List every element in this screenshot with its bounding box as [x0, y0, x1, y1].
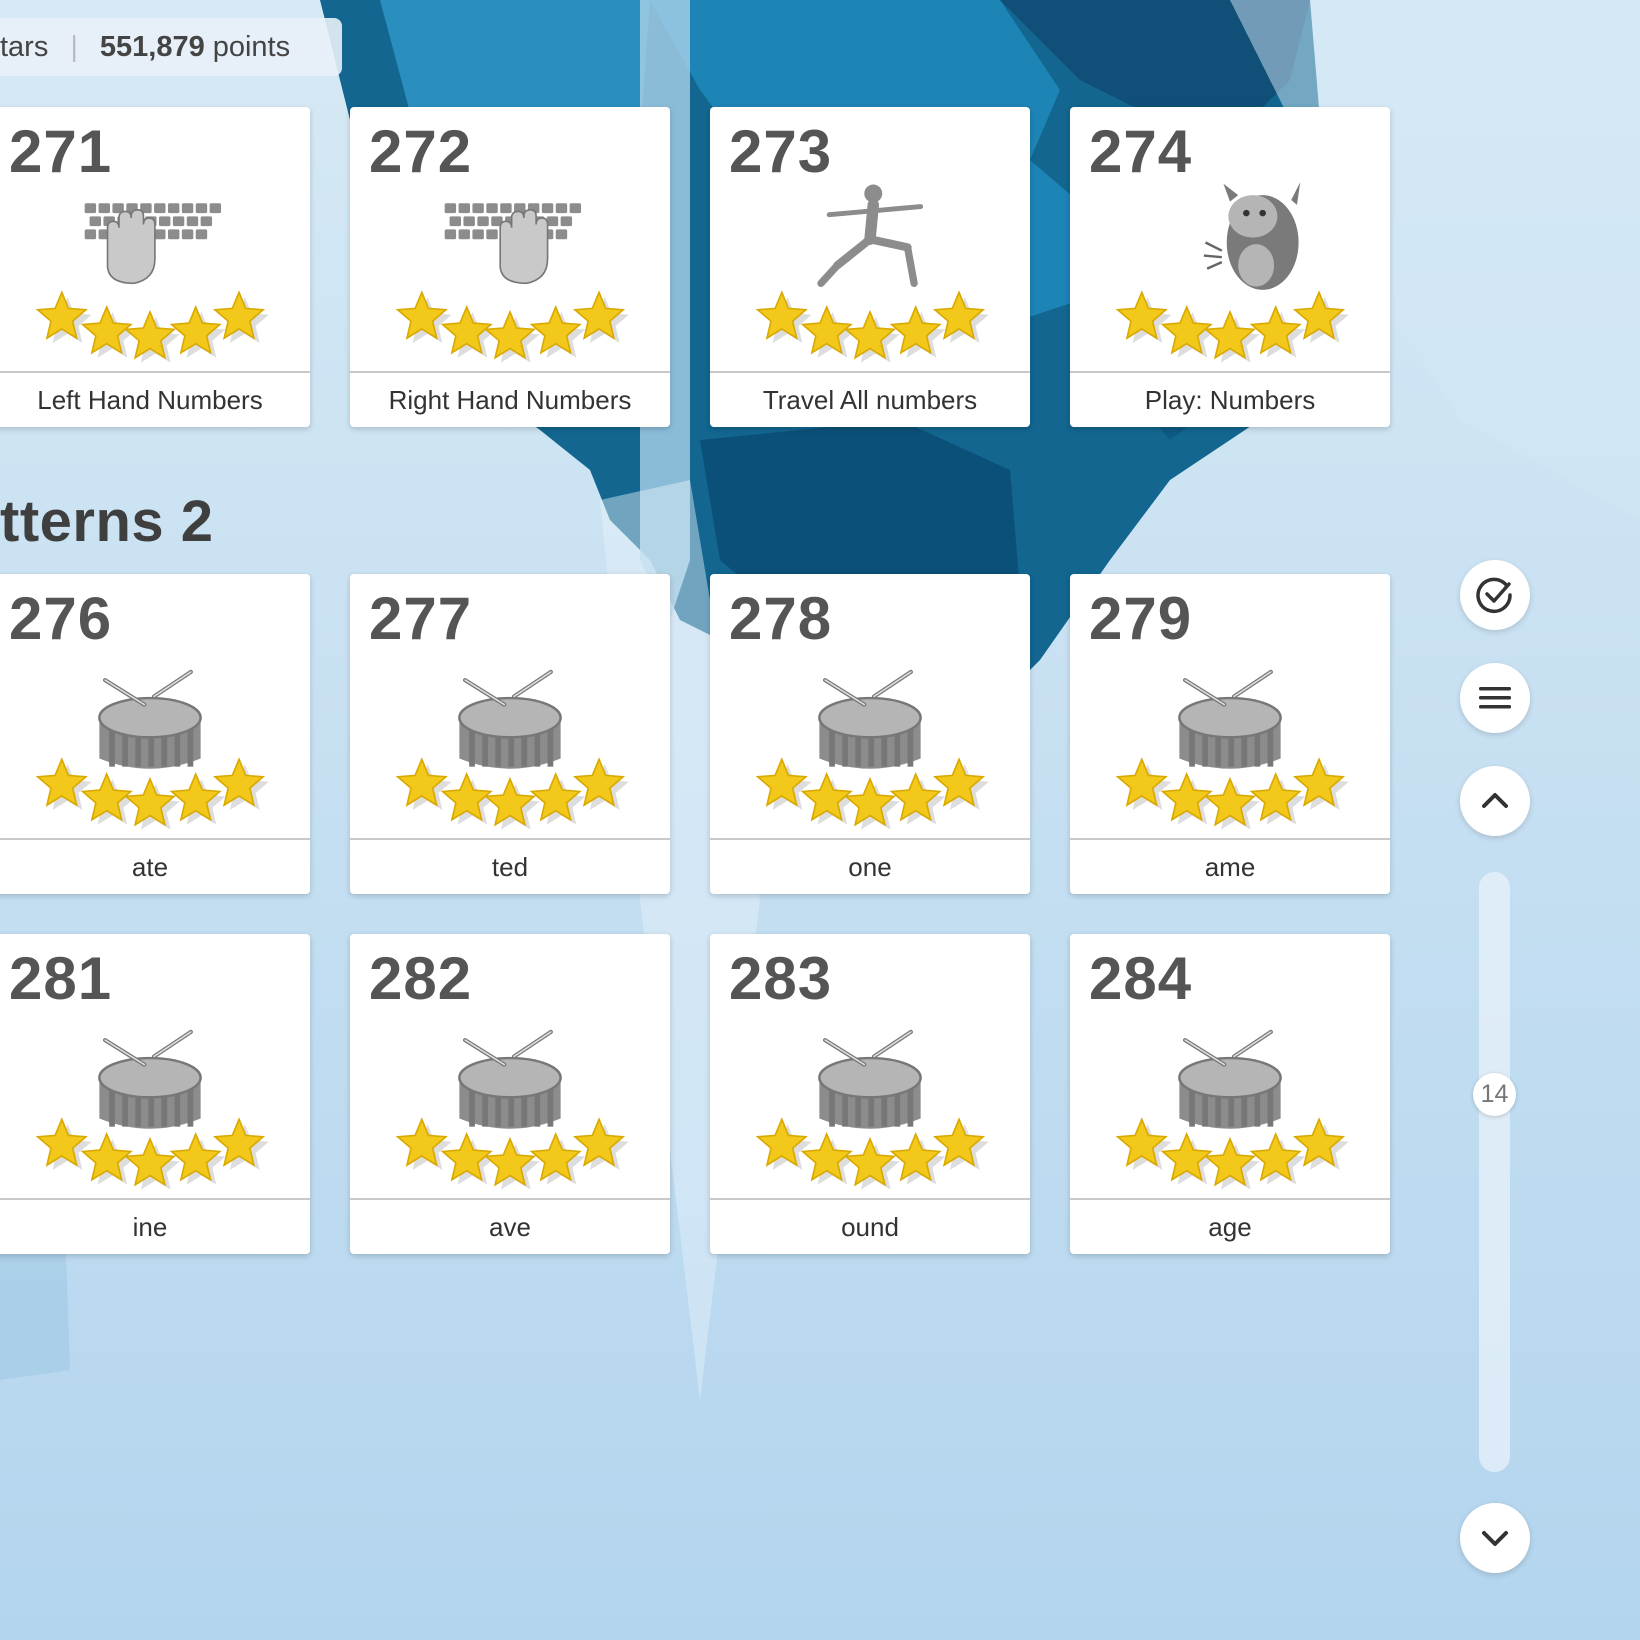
lesson-label: ine	[132, 1211, 168, 1242]
lesson-card-278[interactable]: 278 one	[710, 574, 1030, 894]
lesson-card-281[interactable]: 281 ine	[0, 934, 310, 1254]
drum-icon	[1178, 669, 1282, 769]
drum-icon	[458, 1029, 562, 1129]
stats-separator: |	[70, 30, 78, 63]
lesson-artwork	[395, 669, 629, 830]
lesson-card-282[interactable]: 282 ave	[350, 934, 670, 1254]
drum-icon	[818, 669, 922, 769]
lesson-card-274[interactable]: 274 Play: Numbers	[1070, 107, 1390, 427]
points-value: 551,879	[99, 30, 205, 63]
chevron-up-icon	[1482, 793, 1508, 808]
stars-count-label: tars	[0, 30, 49, 63]
lesson-card-284[interactable]: 284 age	[1070, 934, 1390, 1254]
menu-icon	[1479, 687, 1511, 709]
lesson-artwork	[755, 669, 989, 830]
lesson-label: Left Hand Numbers	[37, 384, 263, 415]
lesson-label: age	[1208, 1211, 1252, 1242]
lesson-artwork	[395, 203, 629, 363]
lesson-label: ound	[841, 1211, 899, 1242]
scroll-up-button[interactable]	[1460, 766, 1530, 836]
drum-icon	[1178, 1029, 1282, 1129]
monster-icon	[1203, 182, 1301, 290]
lesson-card-271[interactable]: 271 Left Hand Numbers	[0, 107, 310, 427]
lesson-artwork	[35, 1029, 269, 1190]
lesson-artwork	[395, 1029, 629, 1190]
lesson-card-276[interactable]: 276 ate	[0, 574, 310, 894]
drum-icon	[98, 1029, 202, 1129]
drum-icon	[458, 669, 562, 769]
lesson-label: ame	[1204, 851, 1256, 882]
lesson-label: Travel All numbers	[762, 384, 978, 415]
lesson-label: one	[848, 851, 892, 882]
lesson-artwork	[35, 203, 269, 363]
section-title: tterns 2	[0, 489, 214, 554]
lesson-card-279[interactable]: 279 ame	[1070, 574, 1390, 894]
lesson-card-273[interactable]: 273 Travel All numbers	[710, 107, 1030, 427]
lesson-artwork	[35, 669, 269, 830]
lesson-label: ave	[489, 1211, 531, 1242]
left-hand-keyboard-icon	[84, 203, 222, 285]
lesson-artwork	[1115, 1029, 1349, 1190]
completed-filter-button[interactable]	[1460, 560, 1530, 630]
drum-icon	[818, 1029, 922, 1129]
checkmark-circle-icon	[1476, 577, 1512, 614]
right-hand-keyboard-icon	[444, 203, 582, 285]
drum-icon	[98, 669, 202, 769]
lesson-artwork	[1115, 182, 1349, 363]
lesson-card-283[interactable]: 283 ound	[710, 934, 1030, 1254]
menu-button[interactable]	[1460, 663, 1530, 733]
scroll-thumb[interactable]: 14	[1473, 1073, 1516, 1116]
lesson-artwork	[755, 1029, 989, 1190]
scroll-down-button[interactable]	[1460, 1503, 1530, 1573]
lesson-label: Right Hand Numbers	[388, 384, 632, 415]
scroll-track[interactable]	[1479, 872, 1510, 1472]
chevron-down-icon	[1482, 1531, 1508, 1546]
lesson-card-277[interactable]: 277 ted	[350, 574, 670, 894]
lesson-artwork	[1115, 669, 1349, 830]
points-label: points	[212, 30, 291, 63]
lesson-label: ate	[131, 851, 169, 882]
lesson-card-272[interactable]: 272 Right Hand Numbers	[350, 107, 670, 427]
lesson-label: Play: Numbers	[1144, 384, 1316, 415]
lesson-label: ted	[491, 851, 529, 882]
stats-bar: tars | 551,879 points	[0, 18, 342, 76]
runner-icon	[817, 184, 924, 288]
lesson-artwork	[755, 184, 989, 363]
